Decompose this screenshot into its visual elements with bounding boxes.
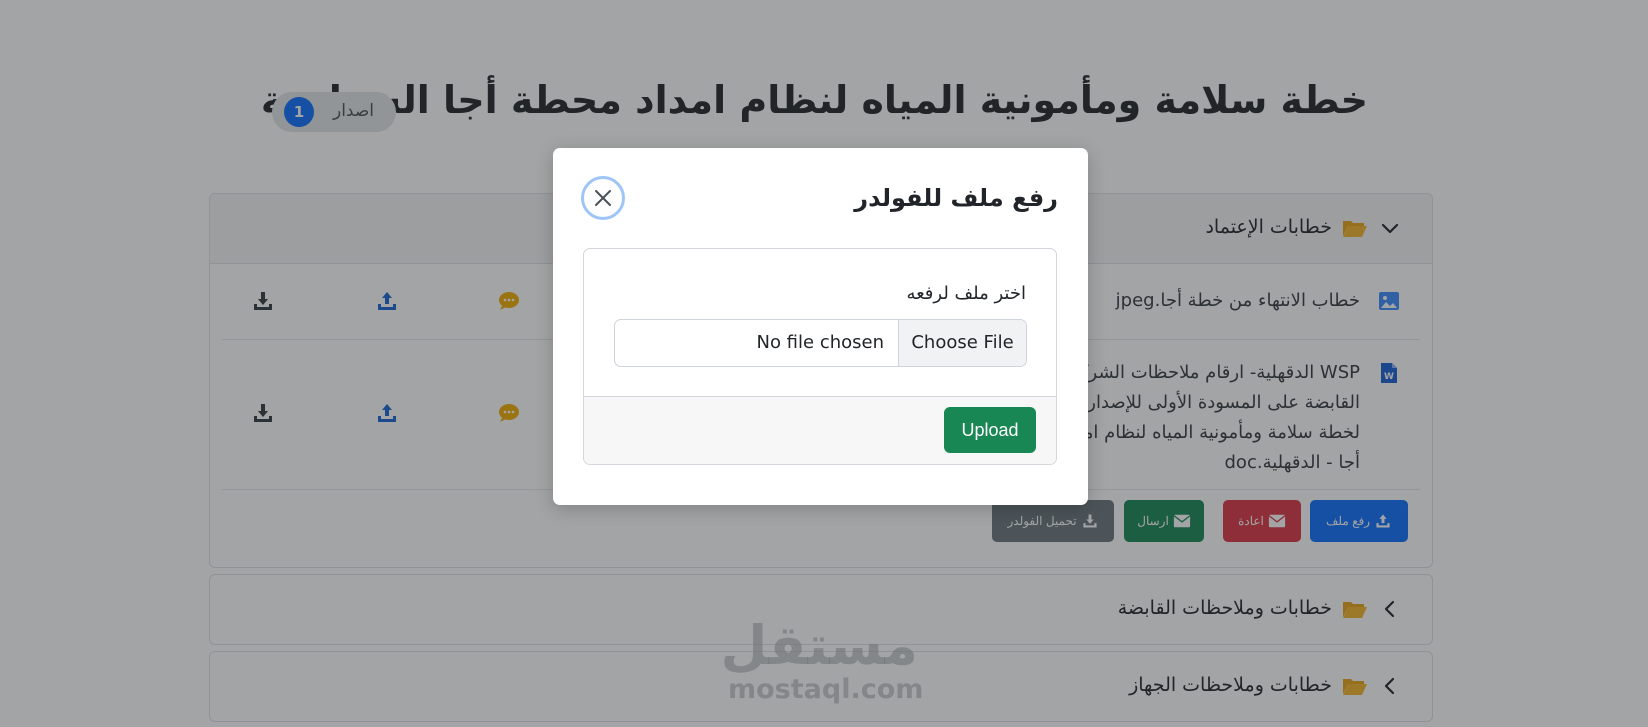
page: خطة سلامة ومأمونية المياه لنظام امداد مح… xyxy=(0,0,1648,727)
upload-button[interactable]: Upload xyxy=(944,407,1036,453)
close-icon xyxy=(595,190,611,206)
upload-form: اختر ملف لرفعه Choose File No file chose… xyxy=(583,248,1057,465)
modal-title: رفع ملف للفولدر xyxy=(854,184,1058,212)
file-input[interactable]: Choose File No file chosen xyxy=(614,319,1027,367)
close-button[interactable] xyxy=(581,176,625,220)
no-file-text: No file chosen xyxy=(756,332,884,353)
choose-file-button[interactable]: Choose File xyxy=(898,320,1026,366)
form-footer: Upload xyxy=(584,396,1056,464)
file-input-label: اختر ملف لرفعه xyxy=(906,283,1026,304)
upload-modal: رفع ملف للفولدر اختر ملف لرفعه Choose Fi… xyxy=(553,148,1088,505)
